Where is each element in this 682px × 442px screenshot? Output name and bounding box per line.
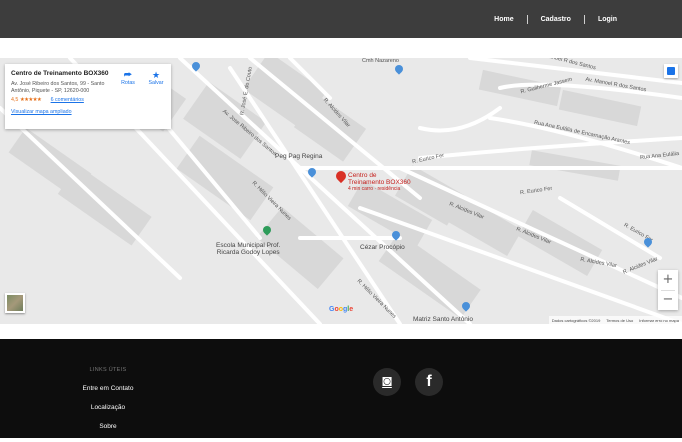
place-address: Av. José Ribeiro dos Santos, 99 - Santo … bbox=[11, 81, 105, 94]
useful-links: LINKS ÚTEIS Entre em Contato Localização… bbox=[60, 367, 156, 442]
pin-title[interactable]: Centro de Treinamento BOX360 bbox=[348, 172, 411, 186]
pin-subtitle: 4 min carro · residência bbox=[348, 186, 401, 192]
poi-cezar-procopio[interactable]: Cézar Procópio bbox=[360, 244, 405, 251]
footer-link-contato[interactable]: Entre em Contato bbox=[60, 385, 156, 392]
zoom-control: + − bbox=[658, 270, 678, 310]
poi-matriz[interactable]: Matriz Santo Antônio bbox=[413, 316, 473, 323]
terms-link[interactable]: Termos de Uso bbox=[606, 318, 633, 323]
rating-stars-icon: ★★★★★ bbox=[19, 97, 42, 103]
street-view-pegman-icon[interactable] bbox=[664, 64, 678, 78]
footer-link-sobre[interactable]: Sobre bbox=[60, 423, 156, 430]
nav-cadastro-link[interactable]: Cadastro bbox=[526, 14, 584, 24]
social-links: ◙ f bbox=[373, 368, 443, 396]
site-header: Home Cadastro Login bbox=[0, 0, 682, 38]
place-info-card: Centro de Treinamento BOX360 Av. José Ri… bbox=[5, 64, 171, 129]
instagram-icon[interactable]: ◙ bbox=[373, 368, 401, 396]
view-larger-map-link[interactable]: Visualizar mapa ampliado bbox=[11, 109, 165, 115]
links-heading: LINKS ÚTEIS bbox=[89, 367, 127, 373]
street-label: Cmh Nazareno bbox=[362, 58, 399, 64]
zoom-in-button[interactable]: + bbox=[658, 270, 678, 290]
google-logo: Google bbox=[329, 306, 354, 313]
reviews-link[interactable]: 6 comentários bbox=[51, 97, 84, 103]
place-rating: 4,5 ★★★★★ 6 comentários bbox=[11, 97, 165, 103]
directions-button[interactable]: ⮫ Rotas bbox=[117, 70, 139, 86]
zoom-out-button[interactable]: − bbox=[658, 290, 678, 310]
facebook-icon[interactable]: f bbox=[415, 368, 443, 396]
nav-home-link[interactable]: Home bbox=[481, 15, 526, 24]
footer-link-localizacao[interactable]: Localização bbox=[60, 404, 156, 411]
place-title: Centro de Treinamento BOX360 bbox=[11, 70, 109, 77]
top-nav: Home Cadastro Login bbox=[481, 0, 630, 38]
save-button[interactable]: ★ Salvar bbox=[145, 70, 167, 86]
poi-escola[interactable]: Escola Municipal Prof. Ricarda Godoy Lop… bbox=[216, 242, 280, 256]
nav-login-link[interactable]: Login bbox=[583, 14, 630, 24]
directions-icon: ⮫ bbox=[123, 70, 133, 80]
star-icon: ★ bbox=[151, 70, 161, 80]
map-attribution: Dados cartográficos ©2019 Termos de Uso … bbox=[548, 316, 682, 324]
report-error-link[interactable]: Informar erro no mapa bbox=[639, 318, 679, 323]
satellite-toggle[interactable] bbox=[5, 293, 25, 313]
embedded-map[interactable]: Cmh Nazareno Av. Manoel R dos Santos R. … bbox=[0, 58, 682, 324]
rating-value: 4,5 bbox=[11, 97, 19, 103]
site-footer: LINKS ÚTEIS Entre em Contato Localização… bbox=[0, 339, 682, 438]
poi-peg-pag[interactable]: Peg Pag Regina bbox=[275, 153, 322, 160]
